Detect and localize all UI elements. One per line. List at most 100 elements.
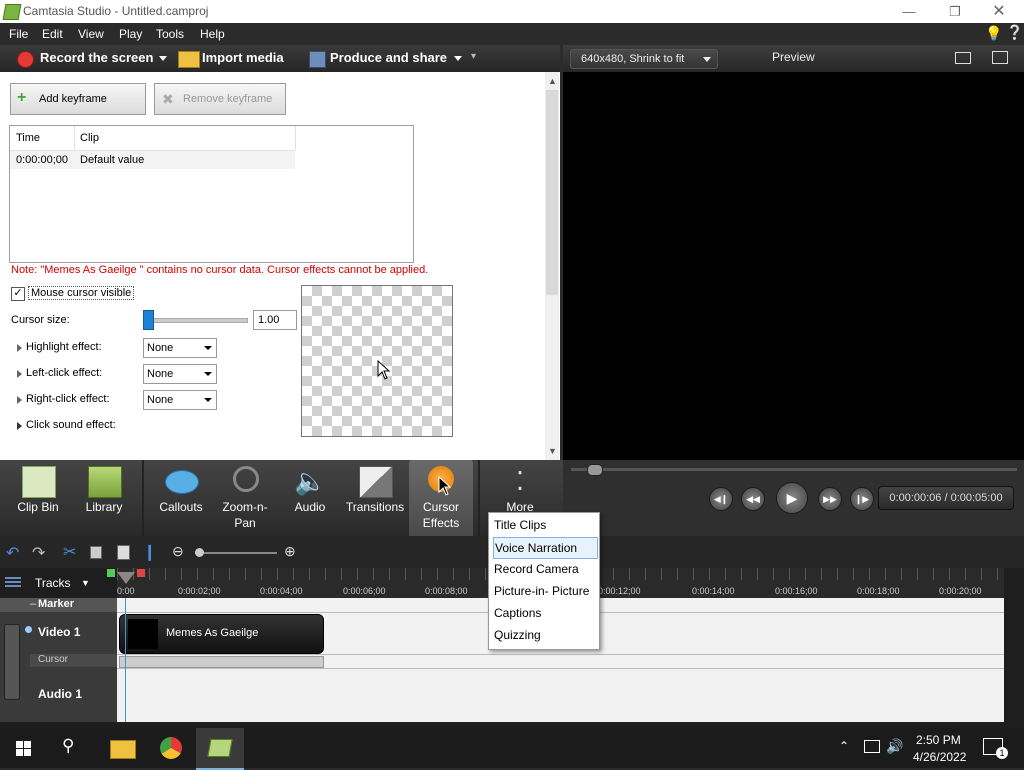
mouse-cursor-checkbox[interactable]: ✓ <box>11 287 25 301</box>
maximize-button[interactable]: ❐ <box>932 0 978 23</box>
table-row[interactable]: 0:00:00;00 Default value <box>10 151 295 169</box>
remove-icon: ✖ <box>162 91 174 107</box>
fullscreen-icon[interactable] <box>955 52 971 64</box>
tracks-menu-icon[interactable] <box>5 577 21 587</box>
out-point-icon[interactable] <box>137 569 145 577</box>
produce-dropdown-icon[interactable] <box>454 56 462 61</box>
audio-track-label[interactable]: Audio 1 <box>38 687 82 701</box>
menu-quizzing[interactable]: Quizzing <box>493 625 541 645</box>
clock-date[interactable]: 4/26/2022 <box>913 750 966 764</box>
cut-icon[interactable]: ✂ <box>63 542 76 562</box>
video-track-label[interactable]: Video 1 <box>38 625 80 639</box>
detach-preview-icon[interactable] <box>992 51 1008 64</box>
windows-start-icon[interactable] <box>16 741 31 756</box>
track-headers: – Marker Video 1 Cursor Audio 1 <box>0 598 117 722</box>
tab-clip-bin[interactable]: Clip Bin <box>8 460 68 536</box>
scrollbar-thumb[interactable] <box>546 90 558 295</box>
menu-picture-in-picture[interactable]: Picture-in- Picture <box>493 581 589 601</box>
zoom-out-icon[interactable]: ⊖ <box>172 543 184 560</box>
chrome-icon[interactable] <box>160 737 182 759</box>
expand-right-click-icon[interactable] <box>17 396 22 404</box>
scroll-up-icon[interactable]: ▲ <box>548 76 557 86</box>
cursor-size-track[interactable] <box>143 318 248 323</box>
highlight-effect-select[interactable]: None <box>143 338 217 358</box>
go-to-start-button[interactable]: ◀❙ <box>709 487 733 511</box>
file-explorer-icon[interactable] <box>110 740 136 759</box>
menu-captions[interactable]: Captions <box>493 603 541 623</box>
cursor-size-input[interactable]: 1.00 <box>253 310 297 330</box>
search-icon[interactable]: ⚲ <box>62 736 74 756</box>
record-screen-button[interactable]: Record the screen <box>40 50 153 65</box>
panel-scrollbar[interactable]: ▲ ▼ <box>545 72 559 460</box>
tab-transitions[interactable]: Transitions <box>342 460 408 536</box>
seek-track[interactable] <box>571 468 1017 471</box>
highlight-effect-value: None <box>147 342 174 354</box>
tab-cursor-effects[interactable]: Cursor Effects <box>409 460 473 536</box>
tab-zoom-n-pan[interactable]: Zoom-n- Pan <box>214 460 276 536</box>
paste-icon[interactable] <box>117 545 130 560</box>
seek-thumb[interactable] <box>587 464 603 476</box>
tracks-label[interactable]: Tracks <box>35 576 71 590</box>
undo-icon[interactable]: ↶ <box>6 543 19 563</box>
go-to-end-button[interactable]: ❙▶ <box>850 487 874 511</box>
cursor-data-note: Note: "Memes As Gaeilge " contains no cu… <box>11 264 429 276</box>
track-lock-handle[interactable] <box>4 624 20 700</box>
record-dropdown-icon[interactable] <box>159 56 167 61</box>
toolbar-overflow-icon[interactable]: ▾ <box>471 51 476 62</box>
preview-size-select[interactable]: 640x480, Shrink to fit <box>570 49 718 69</box>
lightbulb-icon[interactable]: 💡 <box>985 25 1002 42</box>
menu-tools[interactable]: Tools <box>156 27 184 41</box>
scroll-down-icon[interactable]: ▼ <box>548 446 557 456</box>
playhead-icon[interactable] <box>117 572 135 584</box>
visibility-icon[interactable] <box>25 626 32 633</box>
menu-title-clips[interactable]: Title Clips <box>493 515 546 535</box>
fast-forward-button[interactable]: ▶▶ <box>818 487 842 511</box>
camtasia-taskbar-item[interactable] <box>196 728 244 770</box>
tab-callouts[interactable]: Callouts <box>150 460 212 536</box>
menu-view[interactable]: View <box>78 27 104 41</box>
zoom-track[interactable] <box>195 552 277 554</box>
menu-play[interactable]: Play <box>119 27 142 41</box>
rewind-button[interactable]: ◀◀ <box>741 487 765 511</box>
clock-time[interactable]: 2:50 PM <box>916 733 961 747</box>
expand-click-sound-icon[interactable] <box>17 422 22 430</box>
menu-file[interactable]: File <box>9 27 28 41</box>
produce-share-button[interactable]: Produce and share <box>330 50 447 65</box>
split-icon[interactable]: ❙ <box>143 542 156 562</box>
redo-icon[interactable]: ↷ <box>32 543 45 563</box>
camtasia-app-icon <box>207 739 233 757</box>
cursor-clip[interactable] <box>119 656 324 668</box>
minimize-button[interactable]: — <box>886 0 932 23</box>
left-click-effect-select[interactable]: None <box>143 364 217 384</box>
menu-record-camera[interactable]: Record Camera <box>493 559 579 579</box>
cursor-size-slider[interactable] <box>143 310 154 330</box>
tab-audio[interactable]: 🔈 Audio <box>282 460 338 536</box>
expand-left-click-icon[interactable] <box>17 370 22 378</box>
zoom-in-icon[interactable]: ⊕ <box>284 543 296 560</box>
volume-icon[interactable]: 🔊 <box>886 738 903 755</box>
play-button[interactable]: ▶ <box>776 482 808 514</box>
close-button[interactable]: ✕ <box>976 0 1022 23</box>
cursor-track-label[interactable]: Cursor <box>38 654 68 665</box>
preview-size-value: 640x480, Shrink to fit <box>581 53 685 65</box>
video-clip[interactable]: Memes As Gaeilge <box>119 614 324 654</box>
in-point-icon[interactable] <box>107 569 115 577</box>
menu-voice-narration[interactable]: Voice Narration <box>493 537 598 559</box>
cursor-effects-panel: + Add keyframe ✖ Remove keyframe Time Cl… <box>0 72 560 460</box>
marker-track-header[interactable]: – Marker <box>0 598 117 612</box>
network-icon[interactable] <box>864 740 880 753</box>
tracks-dropdown-icon[interactable]: ▼ <box>81 578 90 588</box>
tab-library[interactable]: Library <box>74 460 134 536</box>
import-media-button[interactable]: Import media <box>202 50 284 65</box>
table-header: Time Clip <box>10 126 296 151</box>
menu-edit[interactable]: Edit <box>42 27 63 41</box>
help-icon[interactable]: ❔ <box>1006 24 1023 41</box>
right-click-effect-select[interactable]: None <box>143 390 217 410</box>
add-keyframe-button[interactable]: + Add keyframe <box>10 83 146 115</box>
expand-highlight-icon[interactable] <box>17 344 22 352</box>
mouse-cursor-visible-label: Mouse cursor visible <box>28 286 135 300</box>
zoom-thumb[interactable] <box>195 548 204 557</box>
copy-icon[interactable] <box>90 546 102 559</box>
chevron-up-icon[interactable]: ⌃ <box>839 739 849 753</box>
menu-help[interactable]: Help <box>200 27 225 41</box>
